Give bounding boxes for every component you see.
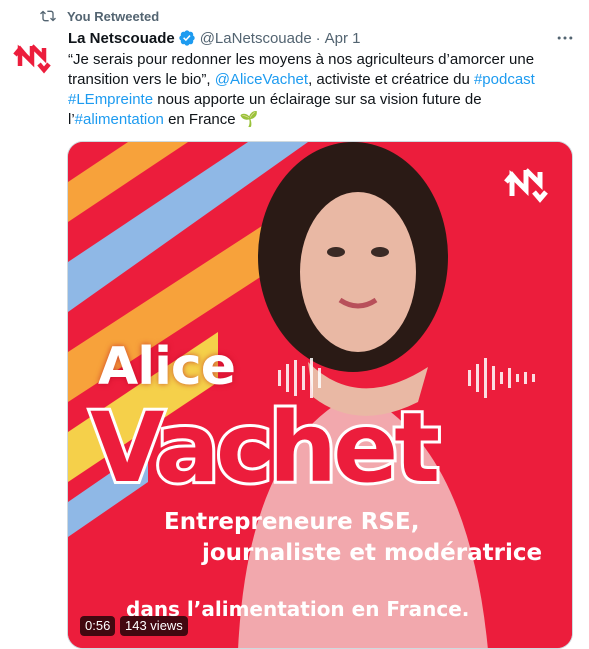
avatar[interactable]: [12, 36, 52, 76]
seedling-emoji: 🌱: [239, 111, 259, 128]
hashtag-link[interactable]: #alimentation: [75, 111, 164, 128]
mention-link[interactable]: @AliceVachet: [215, 71, 308, 88]
retweet-label: You Retweeted: [67, 8, 160, 24]
hashtag-link[interactable]: #LEmpreinte: [68, 91, 153, 108]
author-handle[interactable]: @LaNetscouade: [200, 30, 312, 47]
netscouade-logo-icon: [13, 44, 51, 74]
guest-subtitle-line1: Entrepreneure RSE,: [164, 509, 420, 535]
more-options-button[interactable]: [553, 28, 577, 48]
tweet-text: “Je serais pour redonner les moyens à no…: [68, 50, 568, 130]
text-part: , activiste et créatrice du: [308, 71, 474, 88]
video-duration-badge: 0:56: [80, 616, 116, 636]
verified-badge-icon: [179, 30, 195, 46]
text-part: en France: [163, 111, 240, 128]
video-media[interactable]: Alice Vachet Entrepreneure RSE, journali…: [67, 141, 573, 649]
guest-first-name: Alice: [98, 337, 236, 397]
retweet-icon: [40, 10, 56, 22]
more-dots-icon: [557, 36, 573, 40]
video-views-badge: 143 views: [120, 616, 188, 636]
hashtag-link[interactable]: #podcast: [474, 71, 535, 88]
tweet-header: La Netscouade @LaNetscouade · Apr 1: [68, 27, 569, 49]
retweet-context[interactable]: You Retweeted: [40, 6, 159, 26]
tweet-date[interactable]: Apr 1: [325, 30, 361, 47]
separator-dot: ·: [315, 29, 321, 47]
guest-last-name: Vachet: [87, 392, 443, 504]
author-name[interactable]: La Netscouade: [68, 30, 175, 47]
guest-subtitle-line2: journaliste et modératrice: [202, 540, 543, 566]
